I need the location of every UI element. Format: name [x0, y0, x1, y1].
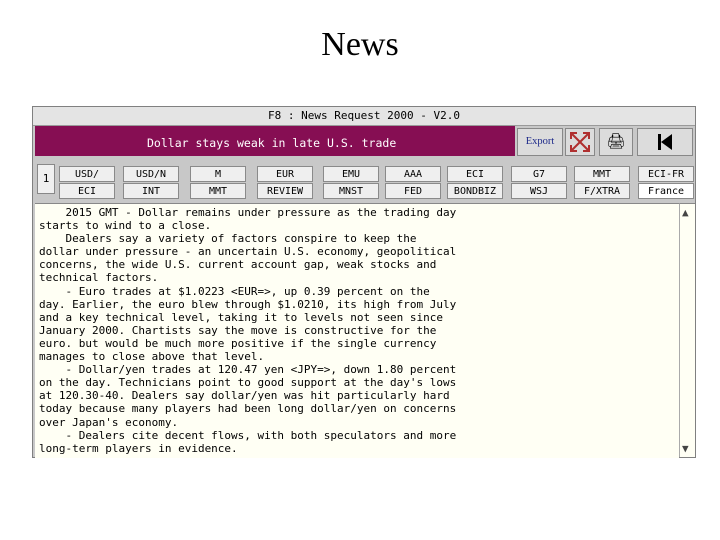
story-line: on the day. Technicians point to good su…: [39, 376, 457, 390]
story-line: dollar under pressure - an uncertain U.S…: [39, 245, 457, 259]
story-text: 2015 GMT - Dollar remains under pressure…: [35, 204, 679, 455]
skip-to-start-icon: [658, 134, 672, 150]
export-button[interactable]: Export: [517, 128, 563, 156]
topic-button-top[interactable]: ECI: [447, 166, 503, 182]
topic-button-bottom[interactable]: MMT: [190, 183, 246, 199]
topic-button-bottom[interactable]: FED: [385, 183, 441, 199]
story-line: manages to close above that level.: [39, 350, 265, 364]
story-line: Dealers say a variety of factors conspir…: [39, 232, 417, 246]
topic-button-bottom[interactable]: ECI: [59, 183, 115, 199]
slide-title: News: [321, 26, 399, 63]
print-button[interactable]: 🖨: [599, 128, 633, 156]
story-line: January 2000. Chartists say the move is …: [39, 323, 437, 337]
topic-button-bottom[interactable]: INT: [123, 183, 179, 199]
expand-icon: [570, 132, 590, 152]
topic-button-bottom[interactable]: F/XTRA: [574, 183, 630, 199]
topic-button-top[interactable]: MMT: [574, 166, 630, 182]
topic-button-top[interactable]: USD/: [59, 166, 115, 182]
printer-icon: 🖨: [606, 132, 626, 150]
vertical-scrollbar[interactable]: ▲ ▼: [679, 203, 695, 457]
topic-button-top[interactable]: EMU: [323, 166, 379, 182]
story-content: 2015 GMT - Dollar remains under pressure…: [35, 203, 679, 458]
topic-button-top[interactable]: AAA: [385, 166, 441, 182]
window-title: F8 : News Request 2000 - V2.0: [33, 107, 695, 126]
topic-button-bottom[interactable]: WSJ: [511, 183, 567, 199]
story-line: long-term players in evidence.: [39, 441, 238, 455]
topic-button-bottom[interactable]: REVIEW: [257, 183, 313, 199]
story-line: starts to wind to a close.: [39, 219, 212, 233]
expand-button[interactable]: [565, 128, 595, 156]
headline-bar: Dollar stays weak in late U.S. trade: [35, 126, 515, 156]
story-line: 2015 GMT - Dollar remains under pressure…: [39, 206, 457, 219]
page-tab[interactable]: 1: [37, 164, 55, 194]
headline-text: Dollar stays weak in late U.S. trade: [147, 136, 397, 150]
story-line: over Japan's economy.: [39, 415, 179, 429]
topic-button-top[interactable]: USD/N: [123, 166, 179, 182]
topic-button-panel: 1 USD/USD/N M EUR EMU AAA ECI G7 MMT ECI-FR ECI IN…: [35, 159, 694, 199]
topic-button-top[interactable]: ECI-FR: [638, 166, 694, 182]
topic-button-bottom[interactable]: France: [638, 183, 694, 199]
topic-button-bottom[interactable]: MNST: [323, 183, 379, 199]
first-page-button[interactable]: [637, 128, 693, 156]
topic-button-top[interactable]: G7: [511, 166, 567, 182]
topic-button-bottom[interactable]: BONDBIZ: [447, 183, 503, 199]
news-request-window: F8 : News Request 2000 - V2.0 Dollar sta…: [32, 106, 696, 458]
story-line: at 120.30-40. Dealers say dollar/yen was…: [39, 389, 450, 403]
scroll-down-icon[interactable]: ▼: [682, 442, 689, 455]
scroll-up-icon[interactable]: ▲: [682, 206, 689, 219]
story-line: - Dealers cite decent flows, with both s…: [39, 428, 457, 442]
story-line: day. Earlier, the euro blew through $1.0…: [39, 297, 457, 311]
story-line: - Euro trades at $1.0223 <EUR=>, up 0.39…: [39, 284, 430, 298]
story-line: concerns, the wide U.S. current account …: [39, 258, 437, 272]
story-line: and a key technical level, taking it to …: [39, 310, 443, 324]
topic-button-top[interactable]: EUR: [257, 166, 313, 182]
story-line: technical factors.: [39, 271, 159, 285]
story-line: today because many players had been long…: [39, 402, 457, 416]
story-line: - Dollar/yen trades at 120.47 yen <JPY=>…: [39, 363, 457, 377]
story-line: euro. but would be much more positive if…: [39, 336, 437, 350]
topic-button-top[interactable]: M: [190, 166, 246, 182]
